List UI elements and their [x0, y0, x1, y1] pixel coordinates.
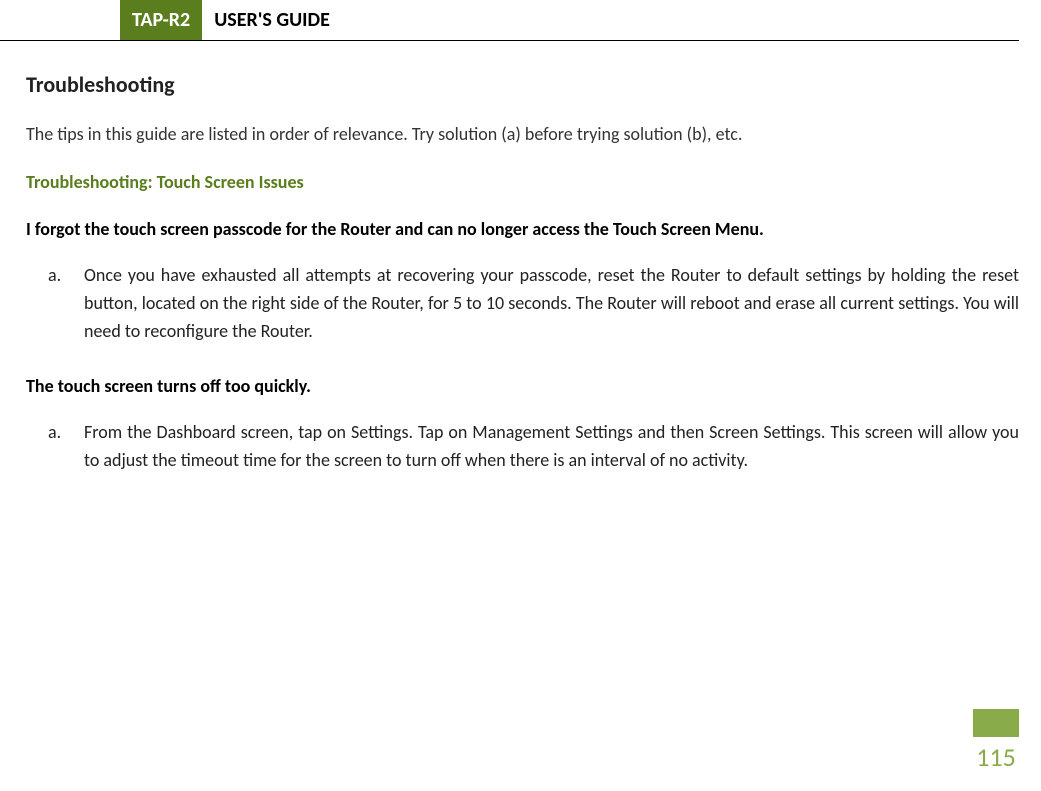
solution-list: a. Once you have exhausted all attempts … — [26, 262, 1019, 346]
subsection-heading: Troubleshooting: Touch Screen Issues — [26, 171, 1019, 193]
topic-question: The touch screen turns off too quickly. — [26, 374, 1019, 399]
list-text: Once you have exhausted all attempts at … — [84, 264, 1019, 342]
product-badge: TAP-R2 — [120, 0, 202, 40]
list-marker: a. — [48, 262, 61, 290]
topic-question: I forgot the touch screen passcode for t… — [26, 217, 1019, 242]
list-text: From the Dashboard screen, tap on Settin… — [84, 421, 1019, 471]
document-header: TAP-R2 USER'S GUIDE — [0, 0, 1019, 41]
solution-list: a. From the Dashboard screen, tap on Set… — [26, 419, 1019, 475]
page-number: 115 — [973, 737, 1019, 773]
header-spacer — [0, 0, 120, 40]
list-marker: a. — [48, 419, 61, 447]
document-title: USER'S GUIDE — [202, 0, 342, 40]
list-item: a. From the Dashboard screen, tap on Set… — [84, 419, 1019, 475]
page-number-container: 115 — [973, 709, 1019, 773]
page-number-bar — [973, 709, 1019, 737]
list-item: a. Once you have exhausted all attempts … — [84, 262, 1019, 346]
page-content: Troubleshooting The tips in this guide a… — [0, 41, 1041, 475]
section-heading: Troubleshooting — [26, 71, 1019, 98]
intro-paragraph: The tips in this guide are listed in ord… — [26, 122, 1019, 147]
